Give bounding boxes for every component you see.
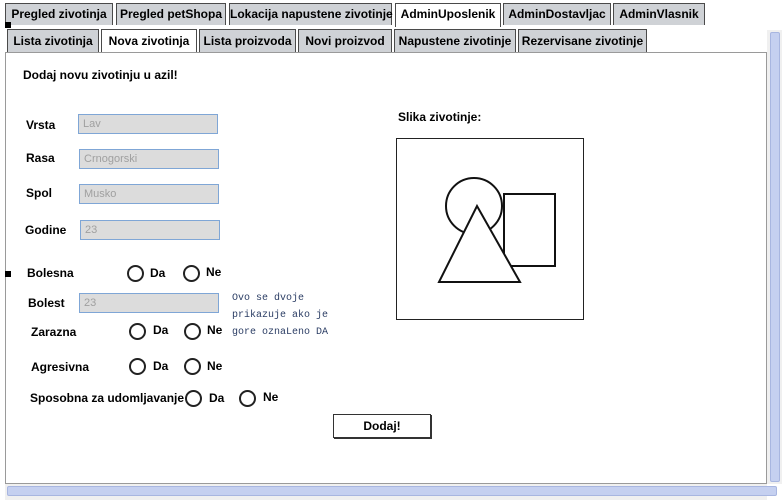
godine-input[interactable]: 23 — [80, 220, 220, 240]
rasa-label: Rasa — [26, 151, 55, 165]
agresivna-da-radio[interactable] — [129, 358, 146, 375]
sposobna-ne-label: Ne — [263, 390, 279, 404]
zarazna-ne-label: Ne — [207, 323, 223, 337]
dodaj-button[interactable]: Dodaj! — [333, 414, 431, 438]
agresivna-da-label: Da — [153, 359, 169, 373]
bolesna-ne-label: Ne — [206, 265, 222, 279]
tab-lokacija-napustene-zivotinje[interactable]: Lokacija napustene zivotinje — [229, 3, 393, 25]
form-title: Dodaj novu zivotinju u azil! — [23, 68, 178, 82]
vrsta-label: Vrsta — [26, 118, 56, 132]
selection-marker — [5, 271, 11, 277]
image-placeholder-icon — [437, 177, 556, 283]
zarazna-ne-radio[interactable] — [184, 323, 201, 340]
tab-admin-dostavljac[interactable]: AdminDostavljac — [503, 3, 611, 25]
spol-label: Spol — [26, 186, 52, 200]
sposobna-ne-radio[interactable] — [239, 390, 256, 407]
vrsta-input[interactable]: Lav — [78, 114, 218, 134]
subtab-lista-proizvoda[interactable]: Lista proizvoda — [199, 29, 296, 53]
spol-input[interactable]: Musko — [79, 184, 219, 204]
horizontal-scrollbar-thumb[interactable] — [7, 486, 777, 496]
tab-pregled-petshopa[interactable]: Pregled petShopa — [116, 3, 226, 25]
bolesna-label: Bolesna — [27, 266, 74, 280]
vertical-scrollbar-thumb[interactable] — [770, 32, 780, 482]
conditional-note: Ovo se dvoje prikazuje ako je gore oznaL… — [232, 293, 329, 338]
tab-admin-vlasnik[interactable]: AdminVlasnik — [613, 3, 705, 25]
image-placeholder[interactable] — [396, 138, 584, 320]
bolesna-da-label: Da — [150, 266, 166, 280]
sposobna-da-label: Da — [209, 391, 225, 405]
selection-marker — [5, 22, 11, 28]
subtab-lista-zivotinja[interactable]: Lista zivotinja — [7, 29, 99, 53]
subtab-nova-zivotinja[interactable]: Nova zivotinja — [101, 29, 197, 53]
subtab-novi-proizvod[interactable]: Novi proizvod — [298, 29, 392, 53]
bolesna-da-radio[interactable] — [127, 265, 144, 282]
rasa-input[interactable]: Crnogorski — [79, 149, 219, 169]
sposobna-da-radio[interactable] — [185, 390, 202, 407]
agresivna-label: Agresivna — [31, 360, 90, 374]
subtab-rezervisane-zivotinje[interactable]: Rezervisane zivotinje — [518, 29, 647, 53]
image-label: Slika zivotinje: — [398, 110, 482, 124]
bolesna-ne-radio[interactable] — [183, 265, 200, 282]
godine-label: Godine — [25, 223, 67, 237]
zarazna-da-radio[interactable] — [129, 323, 146, 340]
bolest-label: Bolest — [28, 296, 65, 310]
tab-admin-uposlenik[interactable]: AdminUposlenik — [395, 3, 501, 27]
bolest-input[interactable]: 23 — [79, 293, 219, 313]
zarazna-label: Zarazna — [31, 325, 77, 339]
zarazna-da-label: Da — [153, 323, 169, 337]
agresivna-ne-label: Ne — [207, 359, 223, 373]
tab-pregled-zivotinja[interactable]: Pregled zivotinja — [5, 3, 113, 25]
sposobna-label: Sposobna za udomljavanje — [30, 391, 185, 405]
subtab-napustene-zivotinje[interactable]: Napustene zivotinje — [394, 29, 516, 53]
agresivna-ne-radio[interactable] — [184, 358, 201, 375]
